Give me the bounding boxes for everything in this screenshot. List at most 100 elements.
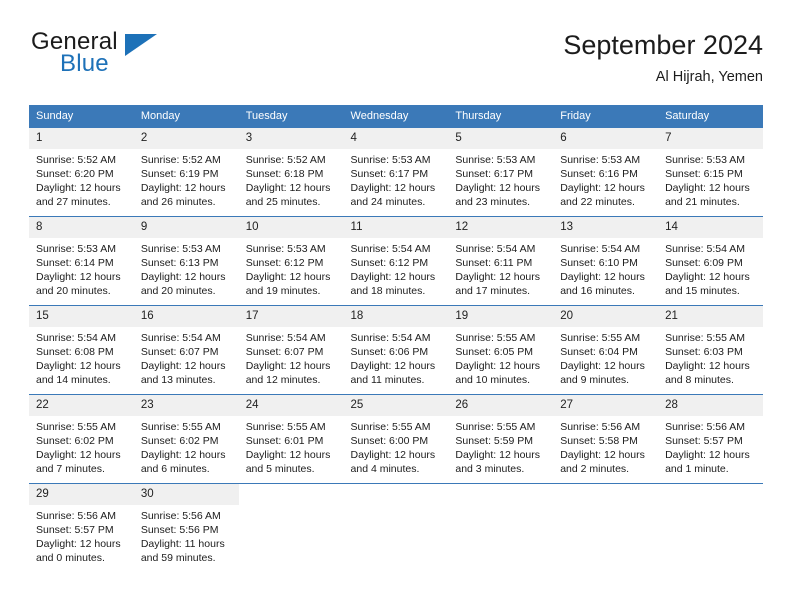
day-details: Sunrise: 5:55 AM Sunset: 6:02 PM Daylight:…: [29, 416, 134, 476]
calendar-day-cell[interactable]: 6 Sunrise: 5:53 AM Sunset: 6:16 PM Daylight…: [553, 127, 659, 217]
calendar-day-cell[interactable]: 4 Sunrise: 5:53 AM Sunset: 6:17 PM Daylight…: [343, 127, 449, 217]
sunrise-text: Sunrise: 5:55 AM: [455, 421, 536, 433]
calendar-week-row: 1 Sunrise: 5:52 AM Sunset: 6:20 PM Daylight…: [29, 127, 763, 217]
day-details: Sunrise: 5:53 AM Sunset: 6:13 PM Daylight:…: [134, 238, 239, 298]
sunset-text: Sunset: 5:59 PM: [455, 435, 534, 447]
daylight-text-line2: and 7 minutes.: [36, 463, 105, 475]
calendar-day-cell[interactable]: 22 Sunrise: 5:55 AM Sunset: 6:02 PM Dayligh…: [29, 394, 134, 484]
day-number: 21: [658, 306, 763, 327]
sunrise-text: Sunrise: 5:54 AM: [350, 243, 431, 255]
day-number: 26: [448, 395, 554, 416]
calendar-day-cell[interactable]: 9 Sunrise: 5:53 AM Sunset: 6:13 PM Daylight…: [133, 216, 239, 306]
daylight-text-line1: Daylight: 12 hours: [455, 182, 541, 194]
sunrise-text: Sunrise: 5:56 AM: [140, 510, 221, 522]
sunset-text: Sunset: 6:07 PM: [140, 346, 219, 358]
calendar-day-cell[interactable]: 27 Sunrise: 5:56 AM Sunset: 5:58 PM Dayligh…: [553, 394, 659, 484]
day-details: Sunrise: 5:54 AM Sunset: 6:08 PM Daylight:…: [29, 327, 134, 387]
calendar-day-cell[interactable]: 18 Sunrise: 5:54 AM Sunset: 6:06 PM Dayligh…: [343, 305, 449, 395]
daylight-text-line1: Daylight: 12 hours: [36, 449, 121, 461]
daylight-text-line1: Daylight: 12 hours: [560, 182, 645, 194]
calendar-day-cell[interactable]: 28 Sunrise: 5:56 AM Sunset: 5:57 PM Dayligh…: [658, 394, 763, 484]
sunrise-text: Sunrise: 5:55 AM: [560, 332, 641, 344]
sunset-text: Sunset: 6:07 PM: [245, 346, 324, 358]
day-details: Sunrise: 5:55 AM Sunset: 5:59 PM Daylight:…: [448, 416, 553, 476]
sunrise-text: Sunrise: 5:53 AM: [665, 154, 746, 166]
weekday-header-row: Sunday Monday Tuesday Wednesday Thursday…: [29, 105, 763, 128]
daylight-text-line1: Daylight: 12 hours: [36, 360, 121, 372]
sunset-text: Sunset: 5:57 PM: [36, 524, 114, 536]
title-block: September 2024 Al Hijrah, Yemen: [563, 28, 763, 87]
calendar-day-cell[interactable]: 14 Sunrise: 5:54 AM Sunset: 6:09 PM Dayligh…: [658, 216, 763, 306]
calendar-day-cell[interactable]: 20 Sunrise: 5:55 AM Sunset: 6:04 PM Dayligh…: [553, 305, 659, 395]
calendar-day-cell[interactable]: 10 Sunrise: 5:53 AM Sunset: 6:12 PM Dayligh…: [238, 216, 344, 306]
sunrise-text: Sunrise: 5:55 AM: [140, 421, 221, 433]
daylight-text-line1: Daylight: 12 hours: [455, 449, 541, 461]
calendar-day-cell[interactable]: 8 Sunrise: 5:53 AM Sunset: 6:14 PM Daylight…: [29, 216, 134, 306]
calendar-day-cell[interactable]: 29 Sunrise: 5:56 AM Sunset: 5:57 PM Dayligh…: [29, 483, 134, 572]
daylight-text-line2: and 27 minutes.: [36, 196, 111, 208]
day-number: [553, 484, 659, 492]
day-number: 27: [553, 395, 659, 416]
calendar-day-cell[interactable]: 12 Sunrise: 5:54 AM Sunset: 6:11 PM Dayligh…: [448, 216, 554, 306]
day-number: [238, 484, 344, 492]
day-details: Sunrise: 5:55 AM Sunset: 6:02 PM Daylight:…: [134, 416, 239, 476]
day-number: 12: [448, 217, 554, 238]
calendar-week-row: 8 Sunrise: 5:53 AM Sunset: 6:14 PM Daylight…: [29, 216, 763, 306]
day-number: 24: [238, 395, 344, 416]
weekday-header-monday: Monday: [133, 105, 239, 128]
weekday-header-sunday: Sunday: [29, 105, 134, 128]
calendar-day-cell[interactable]: 30 Sunrise: 5:56 AM Sunset: 5:56 PM Dayligh…: [133, 483, 239, 572]
logo-text-blue: Blue: [60, 50, 109, 77]
sunrise-text: Sunrise: 5:55 AM: [455, 332, 536, 344]
day-number: 14: [658, 217, 763, 238]
calendar-day-cell[interactable]: 1 Sunrise: 5:52 AM Sunset: 6:20 PM Daylight…: [29, 127, 134, 217]
calendar-day-cell[interactable]: 17 Sunrise: 5:54 AM Sunset: 6:07 PM Dayligh…: [238, 305, 344, 395]
day-number: 3: [238, 128, 344, 149]
sunrise-text: Sunrise: 5:53 AM: [560, 154, 641, 166]
calendar-day-cell[interactable]: 7 Sunrise: 5:53 AM Sunset: 6:15 PM Daylight…: [658, 127, 763, 217]
daylight-text-line2: and 17 minutes.: [455, 285, 531, 297]
sunrise-text: Sunrise: 5:54 AM: [455, 243, 536, 255]
calendar-day-cell[interactable]: 23 Sunrise: 5:55 AM Sunset: 6:02 PM Dayligh…: [133, 394, 239, 484]
calendar-day-cell[interactable]: 16 Sunrise: 5:54 AM Sunset: 6:07 PM Dayligh…: [133, 305, 239, 395]
calendar-day-cell[interactable]: 11 Sunrise: 5:54 AM Sunset: 6:12 PM Dayligh…: [343, 216, 449, 306]
daylight-text-line1: Daylight: 12 hours: [140, 360, 226, 372]
day-details: Sunrise: 5:54 AM Sunset: 6:07 PM Daylight:…: [239, 327, 344, 387]
calendar-day-cell[interactable]: 15 Sunrise: 5:54 AM Sunset: 6:08 PM Dayligh…: [29, 305, 134, 395]
daylight-text-line1: Daylight: 12 hours: [36, 182, 121, 194]
calendar-day-cell[interactable]: 21 Sunrise: 5:55 AM Sunset: 6:03 PM Dayligh…: [658, 305, 763, 395]
calendar-day-cell[interactable]: 25 Sunrise: 5:55 AM Sunset: 6:00 PM Dayligh…: [343, 394, 449, 484]
calendar-day-cell[interactable]: 3 Sunrise: 5:52 AM Sunset: 6:18 PM Daylight…: [238, 127, 344, 217]
calendar-day-cell[interactable]: 2 Sunrise: 5:52 AM Sunset: 6:19 PM Daylight…: [133, 127, 239, 217]
daylight-text-line1: Daylight: 12 hours: [350, 449, 436, 461]
day-number: 30: [133, 484, 239, 505]
sunrise-text: Sunrise: 5:52 AM: [36, 154, 116, 166]
daylight-text-line2: and 26 minutes.: [140, 196, 216, 208]
daylight-text-line1: Daylight: 12 hours: [245, 182, 331, 194]
daylight-text-line2: and 3 minutes.: [455, 463, 525, 475]
daylight-text-line2: and 16 minutes.: [560, 285, 635, 297]
day-number: 22: [29, 395, 134, 416]
calendar-day-cell[interactable]: 26 Sunrise: 5:55 AM Sunset: 5:59 PM Dayligh…: [448, 394, 554, 484]
daylight-text-line1: Daylight: 11 hours: [140, 538, 225, 550]
daylight-text-line1: Daylight: 12 hours: [36, 271, 121, 283]
daylight-text-line1: Daylight: 12 hours: [665, 271, 750, 283]
calendar-day-cell[interactable]: 5 Sunrise: 5:53 AM Sunset: 6:17 PM Daylight…: [448, 127, 554, 217]
daylight-text-line1: Daylight: 12 hours: [245, 449, 331, 461]
day-number: 23: [133, 395, 239, 416]
day-details: Sunrise: 5:56 AM Sunset: 5:56 PM Daylight:…: [134, 505, 239, 565]
day-details: Sunrise: 5:54 AM Sunset: 6:06 PM Daylight:…: [344, 327, 449, 387]
day-details: Sunrise: 5:52 AM Sunset: 6:18 PM Daylight:…: [239, 149, 344, 209]
calendar-day-cell[interactable]: 19 Sunrise: 5:55 AM Sunset: 6:05 PM Dayligh…: [448, 305, 554, 395]
daylight-text-line1: Daylight: 12 hours: [140, 271, 226, 283]
sunset-text: Sunset: 5:58 PM: [560, 435, 638, 447]
sunset-text: Sunset: 6:04 PM: [560, 346, 638, 358]
day-number: 11: [343, 217, 449, 238]
daylight-text-line1: Daylight: 12 hours: [665, 360, 750, 372]
calendar-day-cell[interactable]: 24 Sunrise: 5:55 AM Sunset: 6:01 PM Dayligh…: [238, 394, 344, 484]
day-details: Sunrise: 5:56 AM Sunset: 5:57 PM Daylight:…: [29, 505, 134, 565]
daylight-text-line1: Daylight: 12 hours: [350, 182, 436, 194]
sunrise-text: Sunrise: 5:56 AM: [665, 421, 746, 433]
daylight-text-line2: and 2 minutes.: [560, 463, 630, 475]
calendar-day-cell[interactable]: 13 Sunrise: 5:54 AM Sunset: 6:10 PM Dayligh…: [553, 216, 659, 306]
